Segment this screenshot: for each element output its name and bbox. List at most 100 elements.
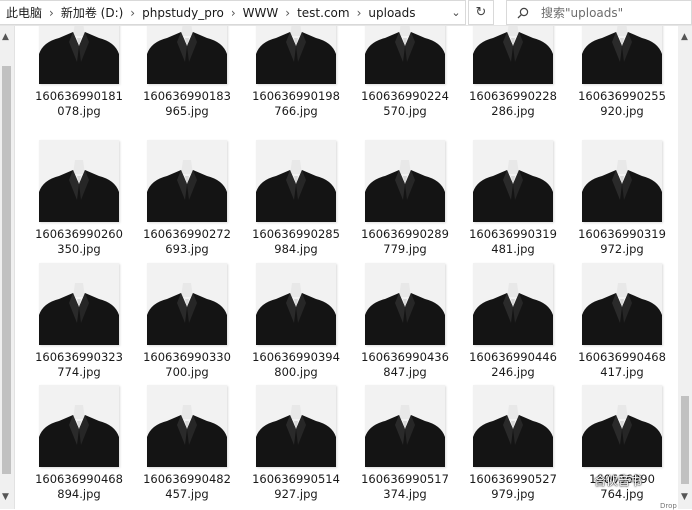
scroll-up-icon[interactable]: ▲: [681, 32, 688, 42]
file-item[interactable]: 160636990517 374.jpg: [351, 385, 459, 503]
breadcrumb-phpstudy[interactable]: phpstudy_pro: [142, 6, 224, 20]
file-item[interactable]: 160636990482 457.jpg: [133, 385, 241, 503]
file-name-line1: 160636990198: [252, 89, 340, 103]
file-name: 160636990285 984.jpg: [242, 227, 350, 257]
file-thumbnail[interactable]: [147, 140, 227, 222]
file-item[interactable]: 160636990198 766.jpg: [242, 26, 350, 132]
file-name: 160636990436 847.jpg: [351, 350, 459, 380]
file-item[interactable]: 160636990319 481.jpg: [459, 140, 567, 258]
breadcrumb[interactable]: 此电脑 › 新加卷 (D:) › phpstudy_pro › WWW › te…: [0, 0, 466, 25]
file-item[interactable]: 160636990272 693.jpg: [133, 140, 241, 258]
file-item[interactable]: 160636990468 417.jpg: [568, 263, 675, 381]
chevron-right-icon[interactable]: ›: [49, 6, 54, 20]
file-item[interactable]: 160636990436 847.jpg: [351, 263, 459, 381]
scrollbar-thumb[interactable]: [681, 396, 689, 484]
file-name-line2: 078.jpg: [57, 104, 101, 118]
file-name: 160636990482 457.jpg: [133, 472, 241, 502]
file-name-line1: 160636990228: [469, 89, 557, 103]
file-grid: 160636990181 078.jpg 160636990183 965.jpg 16…: [25, 26, 675, 509]
file-thumbnail[interactable]: [582, 385, 662, 467]
file-thumbnail[interactable]: [365, 385, 445, 467]
scroll-up-icon[interactable]: ▲: [2, 32, 9, 42]
file-name-line2: 286.jpg: [491, 104, 535, 118]
file-name-line1: 160636990319: [469, 227, 557, 241]
search-box[interactable]: [506, 0, 692, 25]
search-input[interactable]: [541, 5, 681, 20]
file-name: 160636990394 800.jpg: [242, 350, 350, 380]
file-item[interactable]: 160636990228 286.jpg: [459, 26, 567, 132]
file-thumbnail[interactable]: [473, 385, 553, 467]
file-thumbnail[interactable]: [39, 140, 119, 222]
file-name-line1: 160636990323: [35, 350, 123, 364]
file-name-line1: 160636990527: [469, 472, 557, 486]
file-item[interactable]: 160636990224 570.jpg: [351, 26, 459, 132]
file-thumbnail[interactable]: [147, 26, 227, 84]
file-name-line1: 160636990514: [252, 472, 340, 486]
file-name-line2: 774.jpg: [57, 365, 101, 379]
file-thumbnail[interactable]: [256, 263, 336, 345]
right-scrollbar[interactable]: ▲ ▼: [678, 26, 692, 509]
file-item[interactable]: 160636990394 800.jpg: [242, 263, 350, 381]
left-scrollbar[interactable]: ▲ ▼: [0, 26, 15, 509]
file-name-line2: 779.jpg: [383, 242, 427, 256]
wechat-icon: [570, 472, 591, 488]
breadcrumb-uploads[interactable]: uploads: [368, 6, 415, 20]
breadcrumb-test-com[interactable]: test.com: [297, 6, 350, 20]
file-name-line1: 160636990181: [35, 89, 123, 103]
file-thumbnail[interactable]: [365, 263, 445, 345]
file-thumbnail[interactable]: [365, 140, 445, 222]
file-item[interactable]: 160636990181 078.jpg: [25, 26, 133, 132]
file-item[interactable]: 160636990285 984.jpg: [242, 140, 350, 258]
file-item[interactable]: 160636990319 972.jpg: [568, 140, 675, 258]
file-item[interactable]: 160636990323 774.jpg: [25, 263, 133, 381]
watermark: 合伙音书: [570, 470, 678, 490]
chevron-right-icon[interactable]: ›: [130, 6, 135, 20]
file-item[interactable]: 160636990289 779.jpg: [351, 140, 459, 258]
file-thumbnail[interactable]: [582, 26, 662, 84]
chevron-right-icon[interactable]: ›: [357, 6, 362, 20]
file-thumbnail[interactable]: [582, 140, 662, 222]
file-name: 160636990468 894.jpg: [25, 472, 133, 502]
file-thumbnail[interactable]: [39, 385, 119, 467]
file-name-line1: 160636990436: [361, 350, 449, 364]
chevron-down-icon[interactable]: ⌄: [446, 0, 466, 25]
file-thumbnail[interactable]: [39, 26, 119, 84]
file-item[interactable]: 160636990514 927.jpg: [242, 385, 350, 503]
file-thumbnail[interactable]: [582, 263, 662, 345]
file-thumbnail[interactable]: [256, 140, 336, 222]
breadcrumb-www[interactable]: WWW: [243, 6, 279, 20]
file-item[interactable]: 160636990260 350.jpg: [25, 140, 133, 258]
file-name: 160636990527 979.jpg: [459, 472, 567, 502]
file-name-line1: 160636990517: [361, 472, 449, 486]
file-item[interactable]: 160636990468 894.jpg: [25, 385, 133, 503]
file-item[interactable]: 160636990255 920.jpg: [568, 26, 675, 132]
chevron-right-icon[interactable]: ›: [231, 6, 236, 20]
file-name-line1: 160636990394: [252, 350, 340, 364]
file-name: 160636990330 700.jpg: [133, 350, 241, 380]
file-thumbnail[interactable]: [473, 26, 553, 84]
file-thumbnail[interactable]: [365, 26, 445, 84]
refresh-icon[interactable]: ↻: [468, 0, 494, 25]
file-thumbnail[interactable]: [256, 26, 336, 84]
file-name-line2: 481.jpg: [491, 242, 535, 256]
breadcrumb-this-pc[interactable]: 此电脑: [6, 4, 42, 21]
file-item[interactable]: 160636990527 979.jpg: [459, 385, 567, 503]
scroll-down-icon[interactable]: ▼: [2, 492, 9, 502]
chevron-right-icon[interactable]: ›: [285, 6, 290, 20]
file-item[interactable]: 160636990446 246.jpg: [459, 263, 567, 381]
scroll-down-icon[interactable]: ▼: [681, 492, 688, 502]
scrollbar-thumb[interactable]: [2, 66, 11, 474]
file-thumbnail[interactable]: [39, 263, 119, 345]
file-item[interactable]: 160636990330 700.jpg: [133, 263, 241, 381]
file-thumbnail[interactable]: [147, 263, 227, 345]
file-name-line2: 457.jpg: [165, 487, 209, 501]
file-name-line2: 374.jpg: [383, 487, 427, 501]
file-thumbnail[interactable]: [147, 385, 227, 467]
breadcrumb-drive-d[interactable]: 新加卷 (D:): [61, 4, 123, 21]
file-thumbnail[interactable]: [256, 385, 336, 467]
file-thumbnail[interactable]: [473, 140, 553, 222]
file-thumbnail[interactable]: [473, 263, 553, 345]
file-name: 160636990319 972.jpg: [568, 227, 675, 257]
file-name-line2: 972.jpg: [600, 242, 644, 256]
file-item[interactable]: 160636990183 965.jpg: [133, 26, 241, 132]
